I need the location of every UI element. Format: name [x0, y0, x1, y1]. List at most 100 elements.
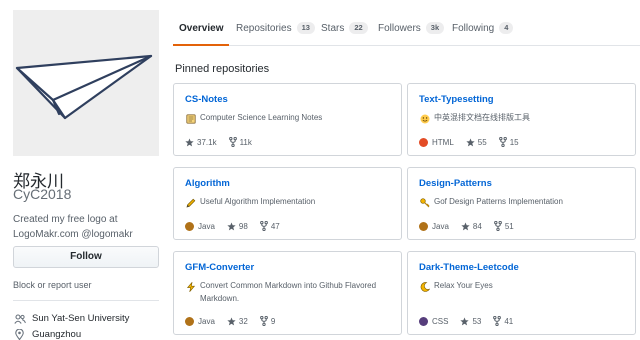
smile-icon — [419, 113, 430, 124]
repo-stars[interactable]: 32 — [227, 317, 248, 326]
star-count: 55 — [477, 137, 487, 147]
tab-counter: 13 — [296, 22, 315, 34]
repo-language: Java — [419, 221, 449, 231]
star-icon — [227, 221, 236, 230]
block-report-link[interactable]: Block or report user — [13, 280, 92, 290]
star-count: 37.1k — [197, 137, 217, 147]
key-icon — [419, 197, 430, 208]
language-name: Java — [198, 221, 215, 231]
moon-icon — [419, 281, 430, 292]
tab-label: Stars — [321, 22, 345, 34]
fork-icon — [493, 316, 502, 326]
language-color-dot — [185, 221, 194, 231]
organization-text: Sun Yat-Sen University — [32, 313, 130, 324]
tab-repositories[interactable]: Repositories 13 — [236, 10, 315, 46]
location-pin-icon — [13, 329, 26, 340]
location-text: Guangzhou — [32, 329, 82, 340]
repo-description: Computer Science Learning Notes — [185, 112, 395, 125]
fork-icon — [259, 221, 268, 231]
profile-bio: Created my free logo at LogoMakr.com @lo… — [13, 214, 133, 240]
repo-description: 中英混排文档在线排版工具 — [419, 112, 629, 125]
repo-forks[interactable]: 11k — [228, 137, 252, 147]
pinned-repo-card: Design-Patterns Gof Design Patterns Impl… — [407, 167, 636, 240]
repo-description-text: Convert Common Markdown into Github Flav… — [200, 281, 377, 303]
repo-language: Java — [185, 221, 215, 231]
divider — [13, 300, 159, 301]
tab-label: Repositories — [236, 22, 292, 34]
pinned-repo-card: CS-Notes Computer Science Learning Notes… — [173, 83, 402, 156]
repo-description-text: Useful Algorithm Implementation — [200, 197, 316, 206]
tab-label: Overview — [179, 22, 224, 34]
repo-stars[interactable]: 55 — [466, 138, 487, 147]
language-name: CSS — [432, 316, 449, 326]
repo-stars[interactable]: 98 — [227, 222, 248, 231]
tab-label: Following — [452, 22, 495, 34]
repo-name-link[interactable]: GFM-Converter — [185, 262, 254, 273]
star-icon — [466, 137, 475, 146]
repo-name-link[interactable]: Design-Patterns — [419, 178, 492, 189]
repo-description-text: Relax Your Eyes — [434, 281, 493, 290]
repo-description: Gof Design Patterns Implementation — [419, 196, 629, 209]
repo-forks[interactable]: 51 — [493, 221, 514, 231]
pinned-repo-card: Text-Typesetting 中英混排文档在线排版工具 HTML 55 15 — [407, 83, 636, 156]
profile-location: Guangzhou — [13, 329, 81, 340]
profile-organization: Sun Yat-Sen University — [13, 313, 129, 324]
language-color-dot — [185, 316, 194, 326]
repo-forks[interactable]: 15 — [498, 137, 519, 147]
repo-stats: 37.1k 11k — [185, 137, 264, 147]
book-icon — [185, 113, 196, 124]
tab-overview[interactable]: Overview — [173, 10, 230, 46]
people-icon — [13, 313, 26, 324]
language-name: Java — [198, 316, 215, 326]
repo-stars[interactable]: 37.1k — [185, 138, 217, 147]
tab-counter: 3k — [425, 22, 445, 34]
repo-stars[interactable]: 53 — [460, 317, 481, 326]
repo-description-text: Gof Design Patterns Implementation — [434, 197, 563, 206]
repo-name-link[interactable]: Dark-Theme-Leetcode — [419, 262, 519, 273]
fork-count: 51 — [504, 221, 514, 231]
follow-button[interactable]: Follow — [13, 246, 159, 268]
tab-followers[interactable]: Followers 3k — [378, 10, 445, 46]
star-icon — [185, 137, 194, 146]
repo-stars[interactable]: 84 — [461, 222, 482, 231]
pencil-icon — [185, 197, 196, 208]
tab-following[interactable]: Following 4 — [452, 10, 514, 46]
repo-forks[interactable]: 9 — [259, 316, 276, 326]
language-color-dot — [419, 316, 428, 326]
pinned-repo-card: Dark-Theme-Leetcode Relax Your Eyes CSS … — [407, 251, 636, 335]
repo-name-link[interactable]: CS-Notes — [185, 94, 228, 105]
repo-language: Java — [185, 316, 215, 326]
fork-count: 41 — [504, 316, 514, 326]
fork-count: 15 — [509, 137, 519, 147]
repo-name-link[interactable]: Algorithm — [185, 178, 230, 189]
fork-count: 9 — [270, 316, 276, 326]
repo-stats: Java 98 47 — [185, 221, 292, 231]
tab-stars[interactable]: Stars 22 — [321, 10, 368, 46]
repo-forks[interactable]: 47 — [259, 221, 280, 231]
language-color-dot — [419, 221, 428, 231]
repo-name-link[interactable]: Text-Typesetting — [419, 94, 494, 105]
profile-tabs: Overview Repositories 13 Stars 22 Follow… — [173, 10, 640, 46]
zap-icon — [185, 281, 196, 292]
tab-counter: 4 — [499, 22, 514, 34]
language-name: Java — [432, 221, 449, 231]
fork-icon — [259, 316, 268, 326]
tab-counter: 22 — [349, 22, 368, 34]
repo-stats: CSS 53 41 — [419, 316, 525, 326]
fork-icon — [493, 221, 502, 231]
paper-plane-icon — [15, 54, 153, 120]
repo-description: Relax Your Eyes — [419, 280, 629, 293]
tab-label: Followers — [378, 22, 421, 34]
star-icon — [227, 316, 236, 325]
fork-count: 11k — [239, 137, 252, 147]
repo-stats: Java 32 9 — [185, 316, 287, 326]
pinned-repo-card: Algorithm Useful Algorithm Implementatio… — [173, 167, 402, 240]
repo-forks[interactable]: 41 — [493, 316, 513, 326]
pinned-repo-card: GFM-Converter Convert Common Markdown in… — [173, 251, 402, 335]
repo-stats: Java 84 51 — [419, 221, 526, 231]
pinned-section-title: Pinned repositories — [175, 63, 270, 75]
profile-username: CyC2018 — [13, 186, 72, 202]
repo-description-text: Computer Science Learning Notes — [200, 113, 323, 122]
avatar[interactable] — [13, 10, 159, 156]
repo-stats: HTML 55 15 — [419, 137, 531, 147]
